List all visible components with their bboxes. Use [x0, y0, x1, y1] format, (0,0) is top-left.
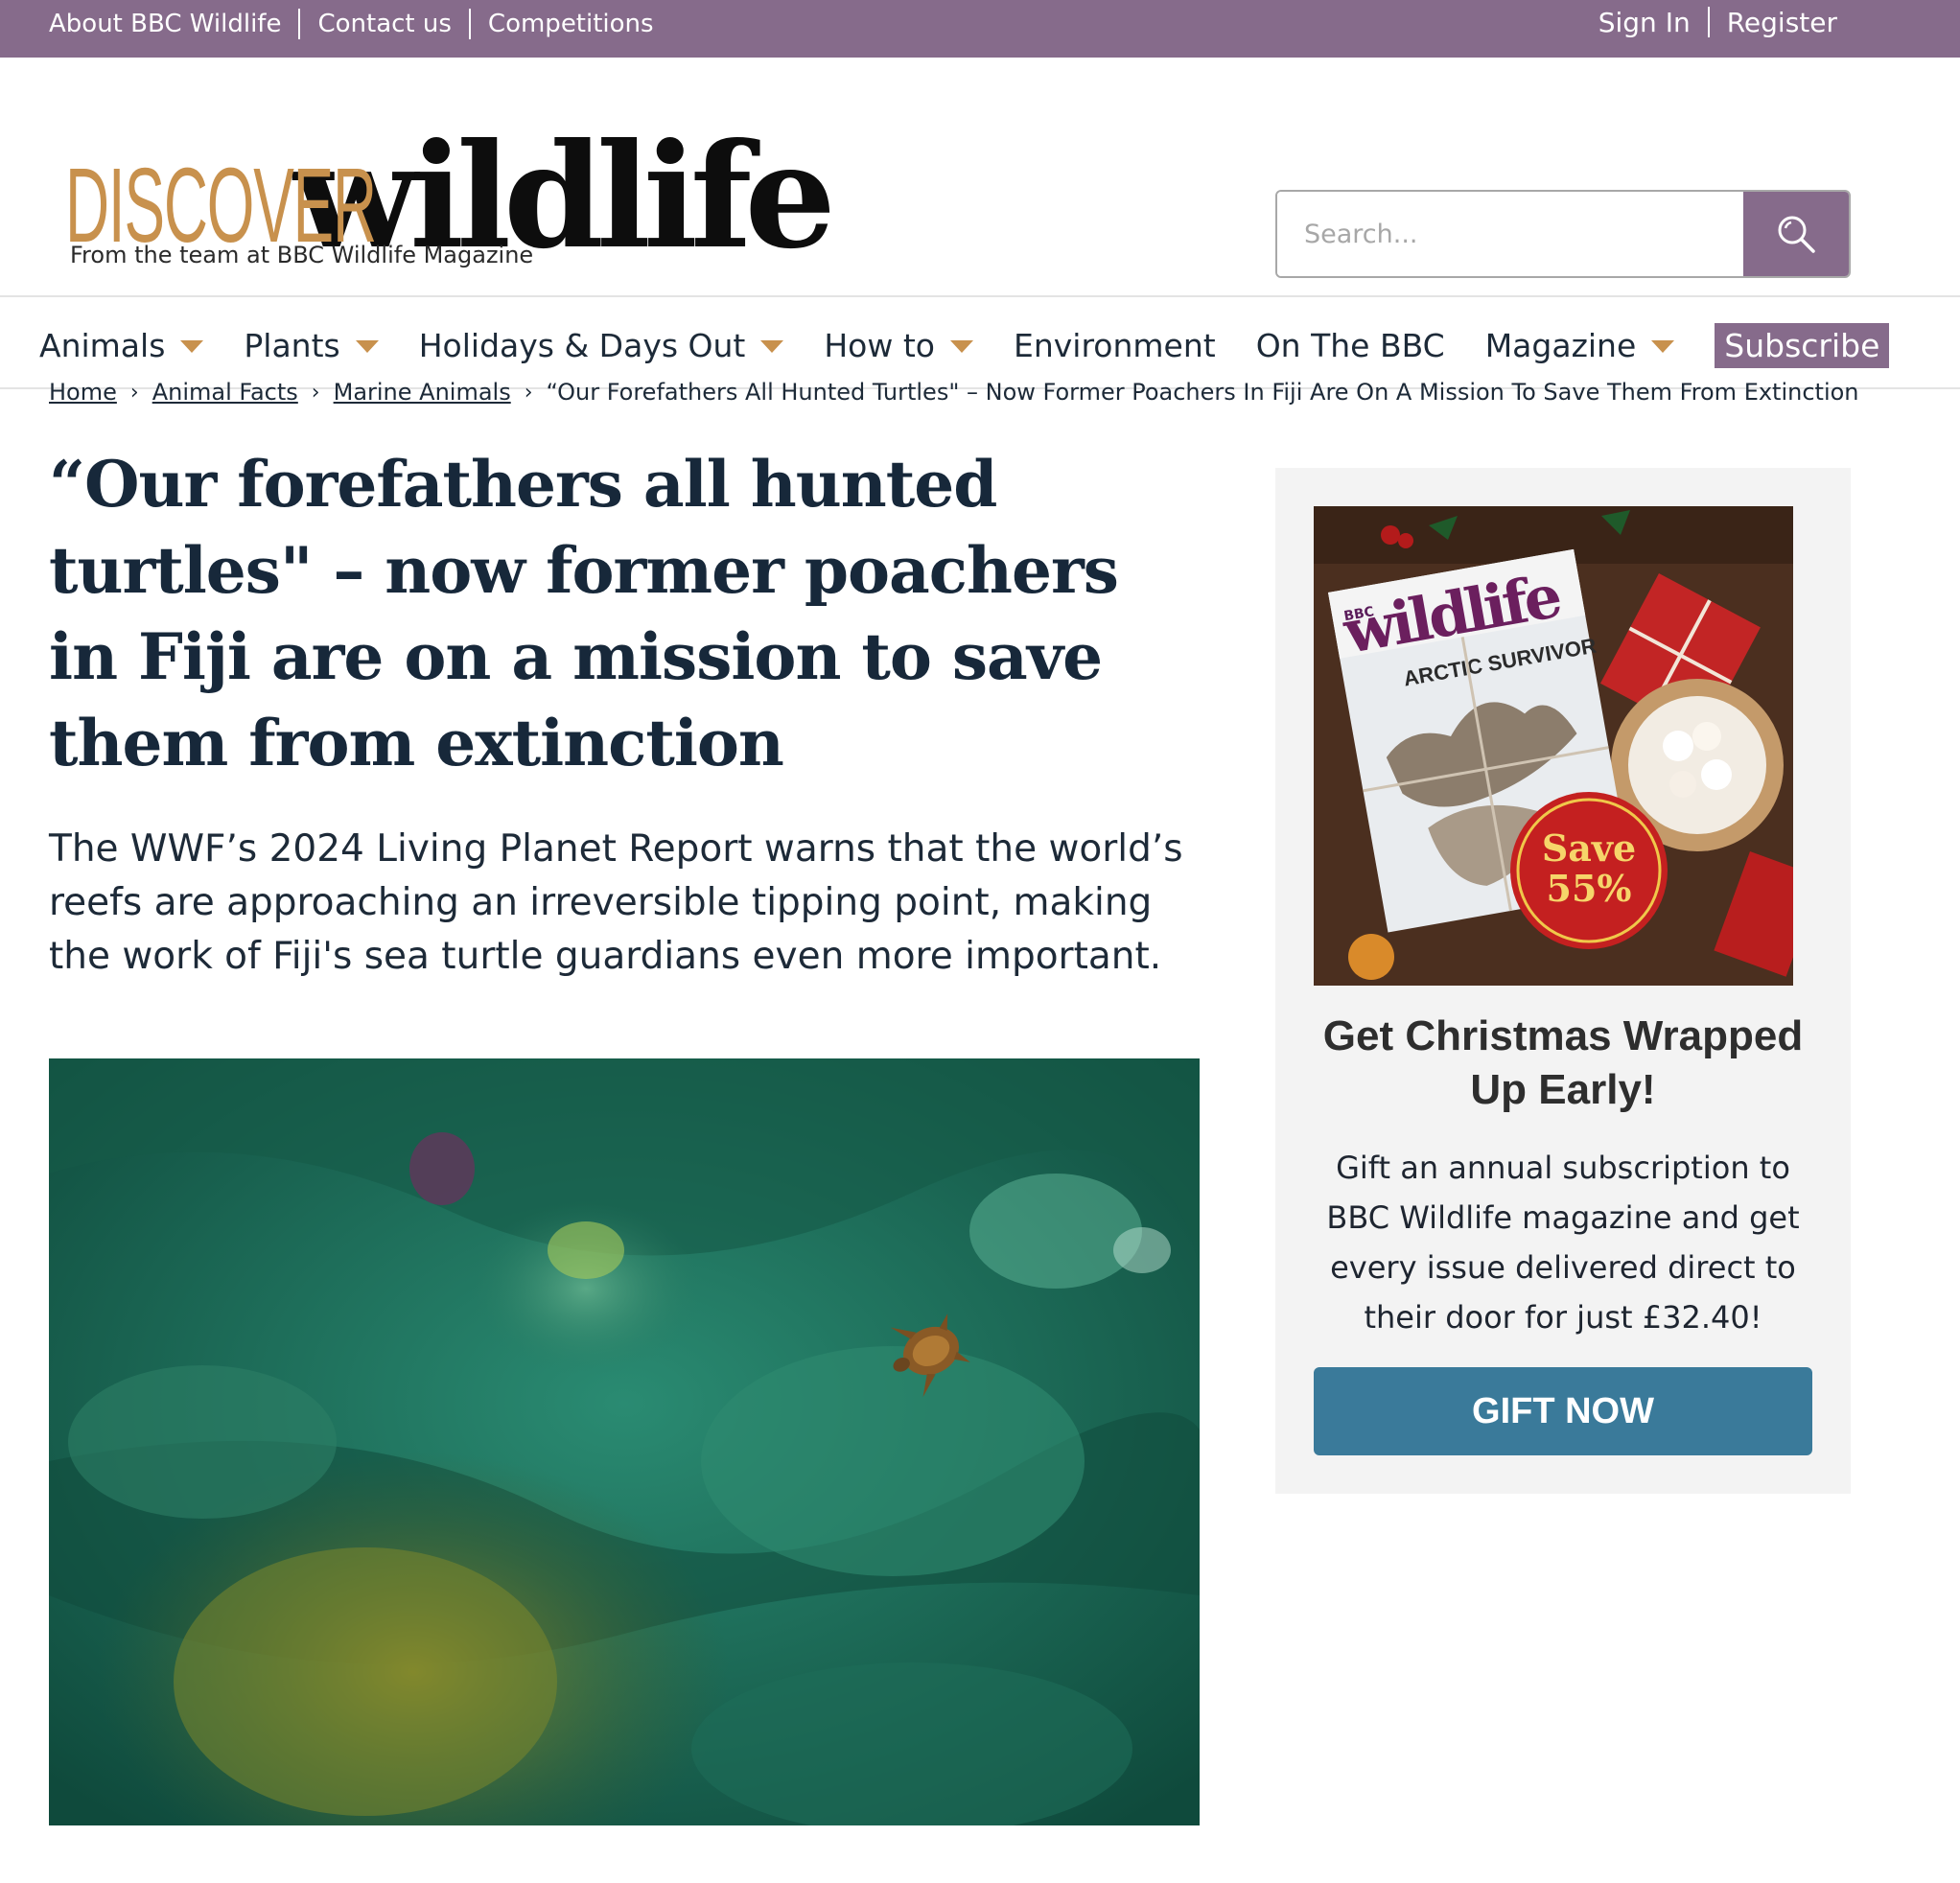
- nav-label: Plants: [244, 326, 340, 364]
- nav-label: Holidays & Days Out: [418, 326, 746, 364]
- caret-down-icon[interactable]: [355, 339, 379, 353]
- promo-text: Gift an annual subscription to BBC Wildl…: [1326, 1150, 1800, 1336]
- nav-label: Environment: [1013, 326, 1216, 364]
- article-standfirst: The WWF’s 2024 Living Planet Report warn…: [49, 827, 1183, 978]
- account-links: Sign In Register: [1598, 0, 1837, 44]
- site-logo[interactable]: DISCOVER wildlife: [65, 77, 836, 268]
- search-input[interactable]: [1277, 192, 1743, 276]
- magnifier-icon: [1778, 216, 1815, 253]
- utility-bar: About BBC Wildlife Contact us Competitio…: [0, 0, 1960, 58]
- breadcrumb-marine-animals[interactable]: Marine Animals: [334, 379, 511, 406]
- subscription-promo: BBC wildlife ARCTIC SURVIVOR Save 55% Ge…: [1275, 468, 1851, 1494]
- masthead: DISCOVER wildlife From the team at BBC W…: [0, 58, 1960, 297]
- caret-down-icon[interactable]: [949, 339, 973, 353]
- save-badge-line1: Save: [1542, 826, 1636, 870]
- utility-links: About BBC Wildlife Contact us Competitio…: [49, 0, 654, 48]
- caret-down-icon[interactable]: [1651, 339, 1675, 353]
- breadcrumb-home[interactable]: Home: [49, 379, 117, 406]
- competitions-link[interactable]: Competitions: [488, 10, 654, 38]
- nav-label: Animals: [39, 326, 166, 364]
- chevron-right-icon: ›: [129, 380, 139, 405]
- save-badge-line2: 55%: [1547, 867, 1632, 910]
- hero-image: [49, 1058, 1200, 1825]
- divider: [468, 9, 471, 39]
- nav-item-plants[interactable]: Plants: [244, 326, 379, 364]
- nav-label: Magazine: [1484, 326, 1637, 364]
- promo-image[interactable]: BBC wildlife ARCTIC SURVIVOR Save 55%: [1314, 506, 1793, 986]
- breadcrumb: Home › Animal Facts › Marine Animals › “…: [49, 376, 1859, 408]
- divider: [298, 9, 301, 39]
- gift-now-button[interactable]: GIFT NOW: [1314, 1367, 1812, 1455]
- site-tagline: From the team at BBC Wildlife Magazine: [70, 242, 534, 268]
- nav-item-magazine[interactable]: Magazine: [1485, 327, 1675, 364]
- chevron-right-icon: ›: [524, 380, 533, 405]
- search-button[interactable]: [1743, 192, 1849, 276]
- chevron-right-icon: ›: [311, 380, 320, 405]
- nav-item-environment[interactable]: Environment: [1014, 327, 1216, 364]
- promo-heading: Get Christmas Wrapped Up Early!: [1322, 1012, 1804, 1113]
- caret-down-icon[interactable]: [180, 339, 204, 353]
- nav-item-animals[interactable]: Animals: [39, 326, 204, 364]
- reef-photo: [49, 1058, 1200, 1825]
- article-title: “Our forefathers all hunted turtles" – n…: [49, 447, 1119, 780]
- magazine-gift-image: BBC wildlife ARCTIC SURVIVOR Save 55%: [1314, 506, 1793, 986]
- caret-down-icon[interactable]: [760, 339, 784, 353]
- nav-item-on-the-bbc[interactable]: On The BBC: [1256, 327, 1445, 364]
- nav-label: How to: [824, 326, 935, 364]
- nav-item-how-to[interactable]: How to: [824, 327, 973, 364]
- register-link[interactable]: Register: [1727, 7, 1837, 38]
- nav-item-holidays[interactable]: Holidays & Days Out: [419, 327, 784, 364]
- nav-label: On The BBC: [1255, 326, 1445, 364]
- contact-link[interactable]: Contact us: [317, 10, 451, 38]
- sign-in-link[interactable]: Sign In: [1598, 7, 1691, 38]
- breadcrumb-animal-facts[interactable]: Animal Facts: [152, 379, 298, 406]
- search-form: [1275, 190, 1851, 278]
- divider: [1707, 7, 1710, 37]
- breadcrumb-current: “Our Forefathers All Hunted Turtles" – N…: [546, 379, 1859, 406]
- subscribe-button[interactable]: Subscribe: [1715, 322, 1890, 368]
- about-link[interactable]: About BBC Wildlife: [49, 10, 281, 38]
